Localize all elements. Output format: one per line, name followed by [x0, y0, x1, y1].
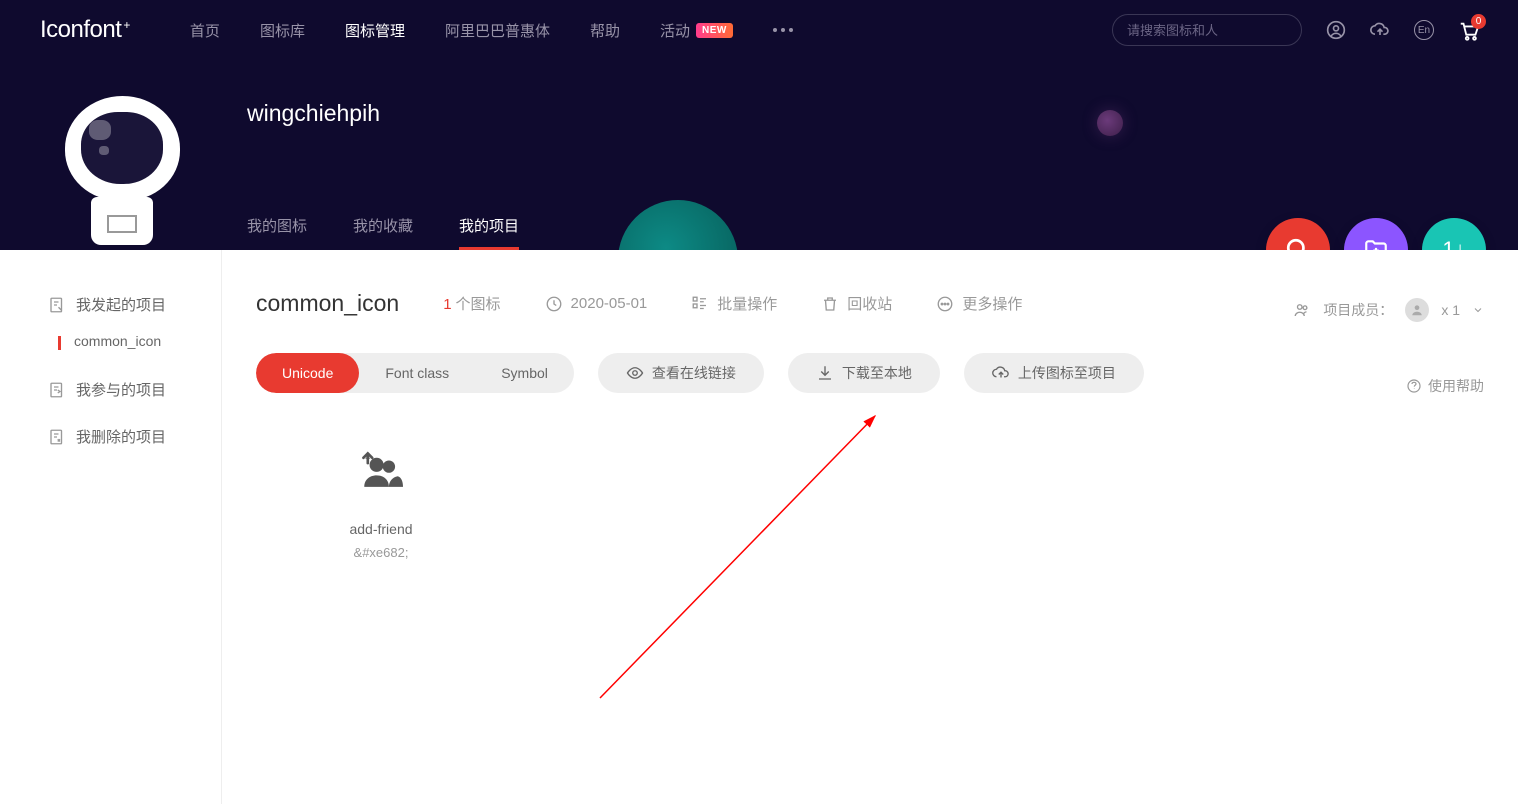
- icon-count-label: 个图标: [456, 296, 501, 313]
- members-count: x 1: [1441, 302, 1460, 318]
- nav-more-icon[interactable]: [773, 28, 793, 32]
- side-deleted-label: 我删除的项目: [76, 426, 166, 447]
- icon-count: 1 个图标: [443, 293, 500, 314]
- tab-my-icons[interactable]: 我的图标: [247, 215, 307, 250]
- upload-button[interactable]: 上传图标至项目: [964, 353, 1144, 393]
- logo[interactable]: Iconfont+: [40, 16, 130, 44]
- seg-symbol[interactable]: Symbol: [475, 353, 574, 393]
- format-segment: Unicode Font class Symbol: [256, 353, 574, 393]
- icon-count-num: 1: [443, 296, 451, 313]
- more-icon: [936, 295, 954, 313]
- side-participated-label: 我参与的项目: [76, 379, 166, 400]
- search-input[interactable]: [1127, 23, 1303, 38]
- header-right: En 0: [1112, 14, 1478, 46]
- username: wingchiehpih: [247, 100, 519, 127]
- tab-my-collection[interactable]: 我的收藏: [353, 215, 413, 250]
- nav-home[interactable]: 首页: [190, 20, 220, 41]
- project-date: 2020-05-01: [545, 295, 648, 313]
- nav-help[interactable]: 帮助: [590, 20, 620, 41]
- toolbar-row: Unicode Font class Symbol 查看在线链接 下载至本地 上…: [256, 353, 1484, 393]
- download-icon: [816, 364, 834, 382]
- decoration-planet-purple: [1097, 110, 1123, 136]
- folder-add-icon: [1363, 237, 1389, 250]
- batch-icon: [691, 295, 709, 313]
- help-button[interactable]: 使用帮助: [1406, 376, 1484, 396]
- content-area: 我发起的项目 common_icon 我参与的项目 我删除的项目 common_…: [0, 250, 1518, 804]
- eye-icon: [626, 364, 644, 382]
- sidebar: 我发起的项目 common_icon 我参与的项目 我删除的项目: [0, 250, 222, 804]
- batch-action[interactable]: 批量操作: [691, 293, 777, 314]
- icon-code: &#xe682;: [316, 545, 446, 560]
- upload-label: 上传图标至项目: [1018, 363, 1116, 383]
- download-label: 下载至本地: [842, 363, 912, 383]
- trash-icon: [821, 295, 839, 313]
- document-delete-icon: [48, 428, 66, 446]
- clock-icon: [545, 295, 563, 313]
- icon-name: add-friend: [316, 521, 446, 537]
- logo-text: Iconfont: [40, 16, 121, 44]
- search-icon: [1285, 237, 1311, 250]
- help-label: 使用帮助: [1428, 376, 1484, 396]
- user-icon[interactable]: [1326, 20, 1346, 40]
- sub-tabs: 我的图标 我的收藏 我的项目: [247, 215, 519, 250]
- side-participated[interactable]: 我参与的项目: [48, 379, 221, 400]
- project-title: common_icon: [256, 290, 399, 317]
- document-edit-icon: [48, 296, 66, 314]
- seg-unicode[interactable]: Unicode: [256, 353, 359, 393]
- fab-row: 1↓: [1266, 218, 1486, 250]
- more-action[interactable]: 更多操作: [936, 293, 1022, 314]
- side-initiated-label: 我发起的项目: [76, 294, 166, 315]
- view-link-button[interactable]: 查看在线链接: [598, 353, 764, 393]
- project-members[interactable]: 项目成员： x 1: [1293, 298, 1484, 322]
- member-avatar: [1405, 298, 1429, 322]
- cloud-upload-icon[interactable]: [1370, 20, 1390, 40]
- nav-activity[interactable]: 活动 NEW: [660, 20, 733, 41]
- nav-activity-label: 活动: [660, 20, 690, 41]
- search-box[interactable]: [1112, 14, 1302, 46]
- person-icon: [1410, 303, 1424, 317]
- nav-library[interactable]: 图标库: [260, 20, 305, 41]
- trash-action[interactable]: 回收站: [821, 293, 892, 314]
- seg-fontclass[interactable]: Font class: [359, 353, 475, 393]
- icon-cell-add-friend[interactable]: add-friend &#xe682;: [316, 451, 446, 560]
- side-project-common-icon[interactable]: common_icon: [48, 333, 221, 349]
- document-share-icon: [48, 381, 66, 399]
- help-icon: [1406, 378, 1422, 394]
- users-icon: [1293, 301, 1311, 319]
- add-friend-icon: [316, 451, 446, 491]
- cart-icon[interactable]: 0: [1458, 20, 1478, 40]
- language-icon[interactable]: En: [1414, 20, 1434, 40]
- batch-label: 批量操作: [717, 293, 777, 314]
- logo-plus-icon: +: [123, 18, 130, 32]
- download-button[interactable]: 下载至本地: [788, 353, 940, 393]
- new-badge: NEW: [696, 23, 733, 38]
- chevron-down-icon: [1472, 304, 1484, 316]
- project-date-value: 2020-05-01: [571, 295, 648, 312]
- user-area: wingchiehpih 我的图标 我的收藏 我的项目: [247, 90, 519, 250]
- user-banner: wingchiehpih 我的图标 我的收藏 我的项目 1↓: [0, 60, 1518, 250]
- decoration-planet-teal: [618, 200, 738, 250]
- icon-grid: add-friend &#xe682;: [256, 451, 1484, 560]
- side-initiated[interactable]: 我发起的项目: [48, 294, 221, 315]
- nav-manage[interactable]: 图标管理: [345, 20, 405, 41]
- more-label: 更多操作: [962, 293, 1022, 314]
- top-header: Iconfont+ 首页 图标库 图标管理 阿里巴巴普惠体 帮助 活动 NEW …: [0, 0, 1518, 60]
- fab-add-folder[interactable]: [1344, 218, 1408, 250]
- fab-sort[interactable]: 1↓: [1422, 218, 1486, 250]
- cloud-upload-icon: [992, 364, 1010, 382]
- main-panel: common_icon 1 个图标 2020-05-01 批量操作 回收站 更多操…: [222, 250, 1518, 804]
- cart-badge: 0: [1471, 14, 1486, 29]
- nav-font[interactable]: 阿里巴巴普惠体: [445, 20, 550, 41]
- members-label: 项目成员：: [1323, 300, 1393, 320]
- side-deleted[interactable]: 我删除的项目: [48, 426, 221, 447]
- view-link-label: 查看在线链接: [652, 363, 736, 383]
- top-nav: 首页 图标库 图标管理 阿里巴巴普惠体 帮助 活动 NEW: [190, 20, 1112, 41]
- trash-label: 回收站: [847, 293, 892, 314]
- user-avatar: [52, 90, 192, 250]
- tab-my-projects[interactable]: 我的项目: [459, 215, 519, 250]
- fab-search[interactable]: [1266, 218, 1330, 250]
